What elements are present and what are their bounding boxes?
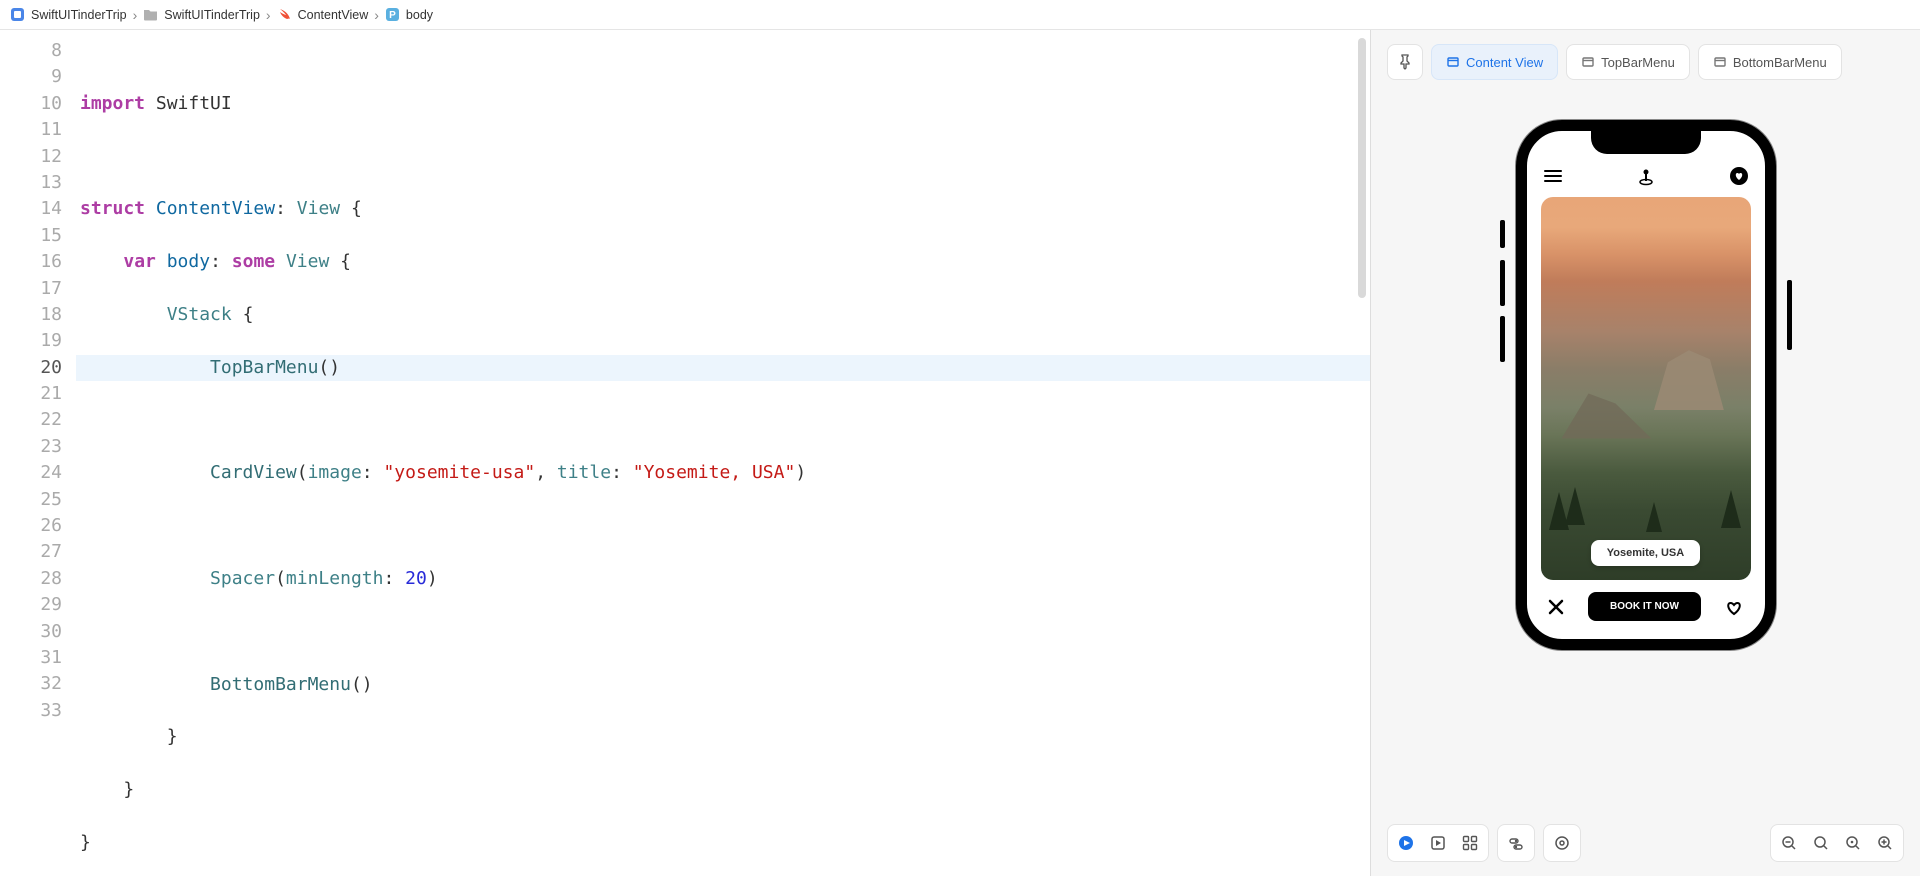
breadcrumb-symbol[interactable]: body [406,8,433,22]
mountain-shape [1562,389,1652,439]
heart-outline-icon[interactable] [1724,597,1744,617]
half-dome-shape [1654,350,1724,410]
phone-notch [1591,130,1701,154]
phone-volume-down [1500,316,1505,362]
code-editor[interactable]: 8910111213141516171819202122232425262728… [0,30,1370,876]
tab-topbarmenu[interactable]: TopBarMenu [1566,44,1690,80]
pin-preview-button[interactable] [1387,44,1423,80]
heart-circle-icon[interactable] [1729,166,1749,186]
menu-icon[interactable] [1543,166,1563,186]
breadcrumb-project[interactable]: SwiftUITinderTrip [31,8,127,22]
live-preview-button[interactable] [1392,829,1420,857]
breadcrumb-folder[interactable]: SwiftUITinderTrip [164,8,260,22]
scrollbar-thumb[interactable] [1358,38,1366,298]
preview-settings-button[interactable] [1548,829,1576,857]
tab-bottombarmenu[interactable]: BottomBarMenu [1698,44,1842,80]
swift-icon [277,7,292,22]
book-it-now-button[interactable]: BOOK IT NOW [1588,592,1701,621]
phone-power-button [1787,280,1792,350]
phone-silent-switch [1500,220,1505,248]
card-title-pill: Yosemite, USA [1591,540,1700,566]
zoom-out-button[interactable] [1775,829,1803,857]
breadcrumb-file[interactable]: ContentView [298,8,369,22]
code-content[interactable]: import SwiftUI struct ContentView: View … [76,30,1370,876]
property-icon: P [385,7,400,22]
preview-canvas: Content View TopBarMenu BottomBarMenu [1370,30,1920,876]
tree-shape [1721,490,1741,528]
svg-text:P: P [389,10,396,21]
line-number-gutter: 8910111213141516171819202122232425262728… [0,30,76,876]
tree-shape [1646,502,1662,532]
zoom-actual-button[interactable] [1839,829,1867,857]
close-icon[interactable] [1547,598,1565,616]
app-icon [10,7,25,22]
phone-volume-up [1500,260,1505,306]
tab-content-view[interactable]: Content View [1431,44,1558,80]
chevron-right-icon: › [133,7,138,23]
variants-preview-button[interactable] [1456,829,1484,857]
zoom-in-button[interactable] [1871,829,1899,857]
chevron-right-icon: › [374,7,379,23]
chevron-right-icon: › [266,7,271,23]
zoom-fit-button[interactable] [1807,829,1835,857]
app-bottombar: BOOK IT NOW [1541,580,1751,625]
mappin-icon[interactable] [1635,165,1657,187]
breadcrumb[interactable]: SwiftUITinderTrip › SwiftUITinderTrip › … [0,0,1920,30]
tree-shape [1565,487,1585,525]
app-topbar [1541,161,1751,197]
selectable-preview-button[interactable] [1424,829,1452,857]
folder-icon [143,8,158,21]
card-view[interactable]: Yosemite, USA [1541,197,1751,580]
device-settings-button[interactable] [1502,829,1530,857]
iphone-preview[interactable]: Yosemite, USA BOOK IT NOW [1516,120,1776,650]
